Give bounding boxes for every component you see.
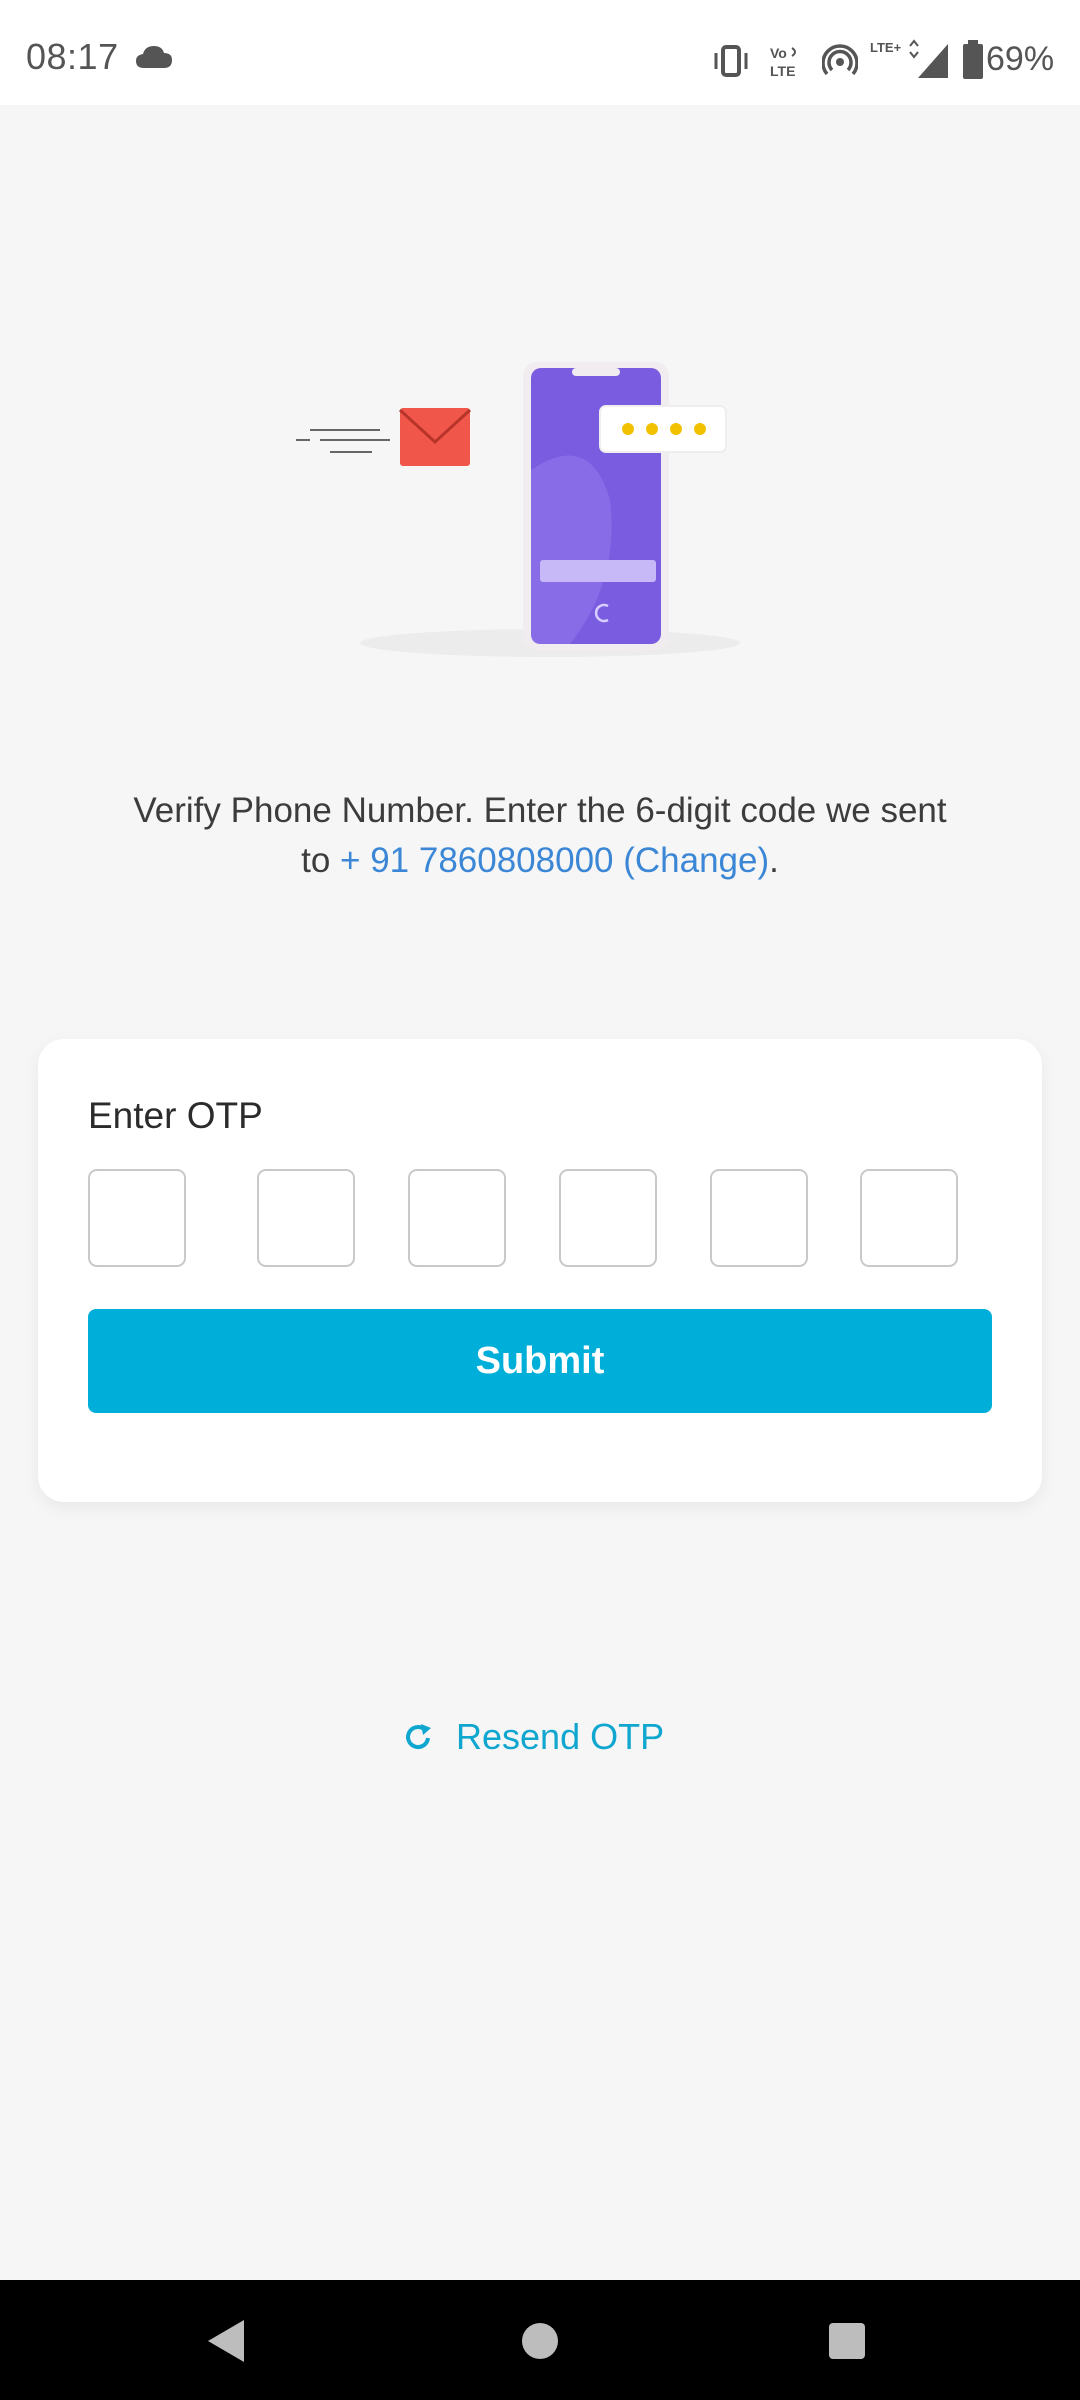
back-icon[interactable] xyxy=(206,2318,246,2364)
otp-digit-1[interactable] xyxy=(88,1169,186,1267)
cloud-icon xyxy=(136,46,172,68)
otp-digit-3[interactable] xyxy=(408,1169,506,1267)
status-time: 08:17 xyxy=(26,36,119,77)
verify-message-end: . xyxy=(769,841,779,880)
navigation-bar xyxy=(0,2280,1080,2400)
resend-otp-button[interactable]: Resend OTP xyxy=(404,1712,664,1762)
otp-digit-5[interactable] xyxy=(710,1169,808,1267)
verify-message: Verify Phone Number. Enter the 6-digit c… xyxy=(120,786,960,886)
status-bar: 08:17 Vo LTE LTE+ 69% xyxy=(0,0,1080,105)
refresh-icon xyxy=(406,1724,431,1749)
home-icon[interactable] xyxy=(522,2323,558,2359)
submit-button[interactable]: Submit xyxy=(88,1309,992,1413)
battery-icon xyxy=(963,40,983,79)
otp-phone-illustration xyxy=(296,362,740,657)
otp-digit-4[interactable] xyxy=(559,1169,657,1267)
otp-card: Enter OTP Submit xyxy=(38,1039,1042,1502)
resend-otp-label: Resend OTP xyxy=(456,1716,665,1757)
change-phone-link[interactable]: + 91 7860808000 (Change) xyxy=(340,841,769,880)
svg-text:LTE+: LTE+ xyxy=(870,40,902,55)
recents-icon[interactable] xyxy=(829,2323,865,2359)
otp-digit-2[interactable] xyxy=(257,1169,355,1267)
otp-verification-screen: 08:17 Vo LTE LTE+ 69% Verify Phone Numbe… xyxy=(0,0,1080,2400)
lte-signal-icon: LTE+ xyxy=(870,38,950,80)
otp-digit-6[interactable] xyxy=(860,1169,958,1267)
svg-text:Vo: Vo xyxy=(770,45,787,61)
otp-label: Enter OTP xyxy=(88,1095,263,1136)
vibrate-icon xyxy=(714,45,748,77)
volte-icon: Vo LTE xyxy=(768,44,808,80)
battery-percentage: 69% xyxy=(986,40,1055,78)
hotspot-icon xyxy=(822,44,858,76)
svg-text:LTE: LTE xyxy=(770,63,795,79)
